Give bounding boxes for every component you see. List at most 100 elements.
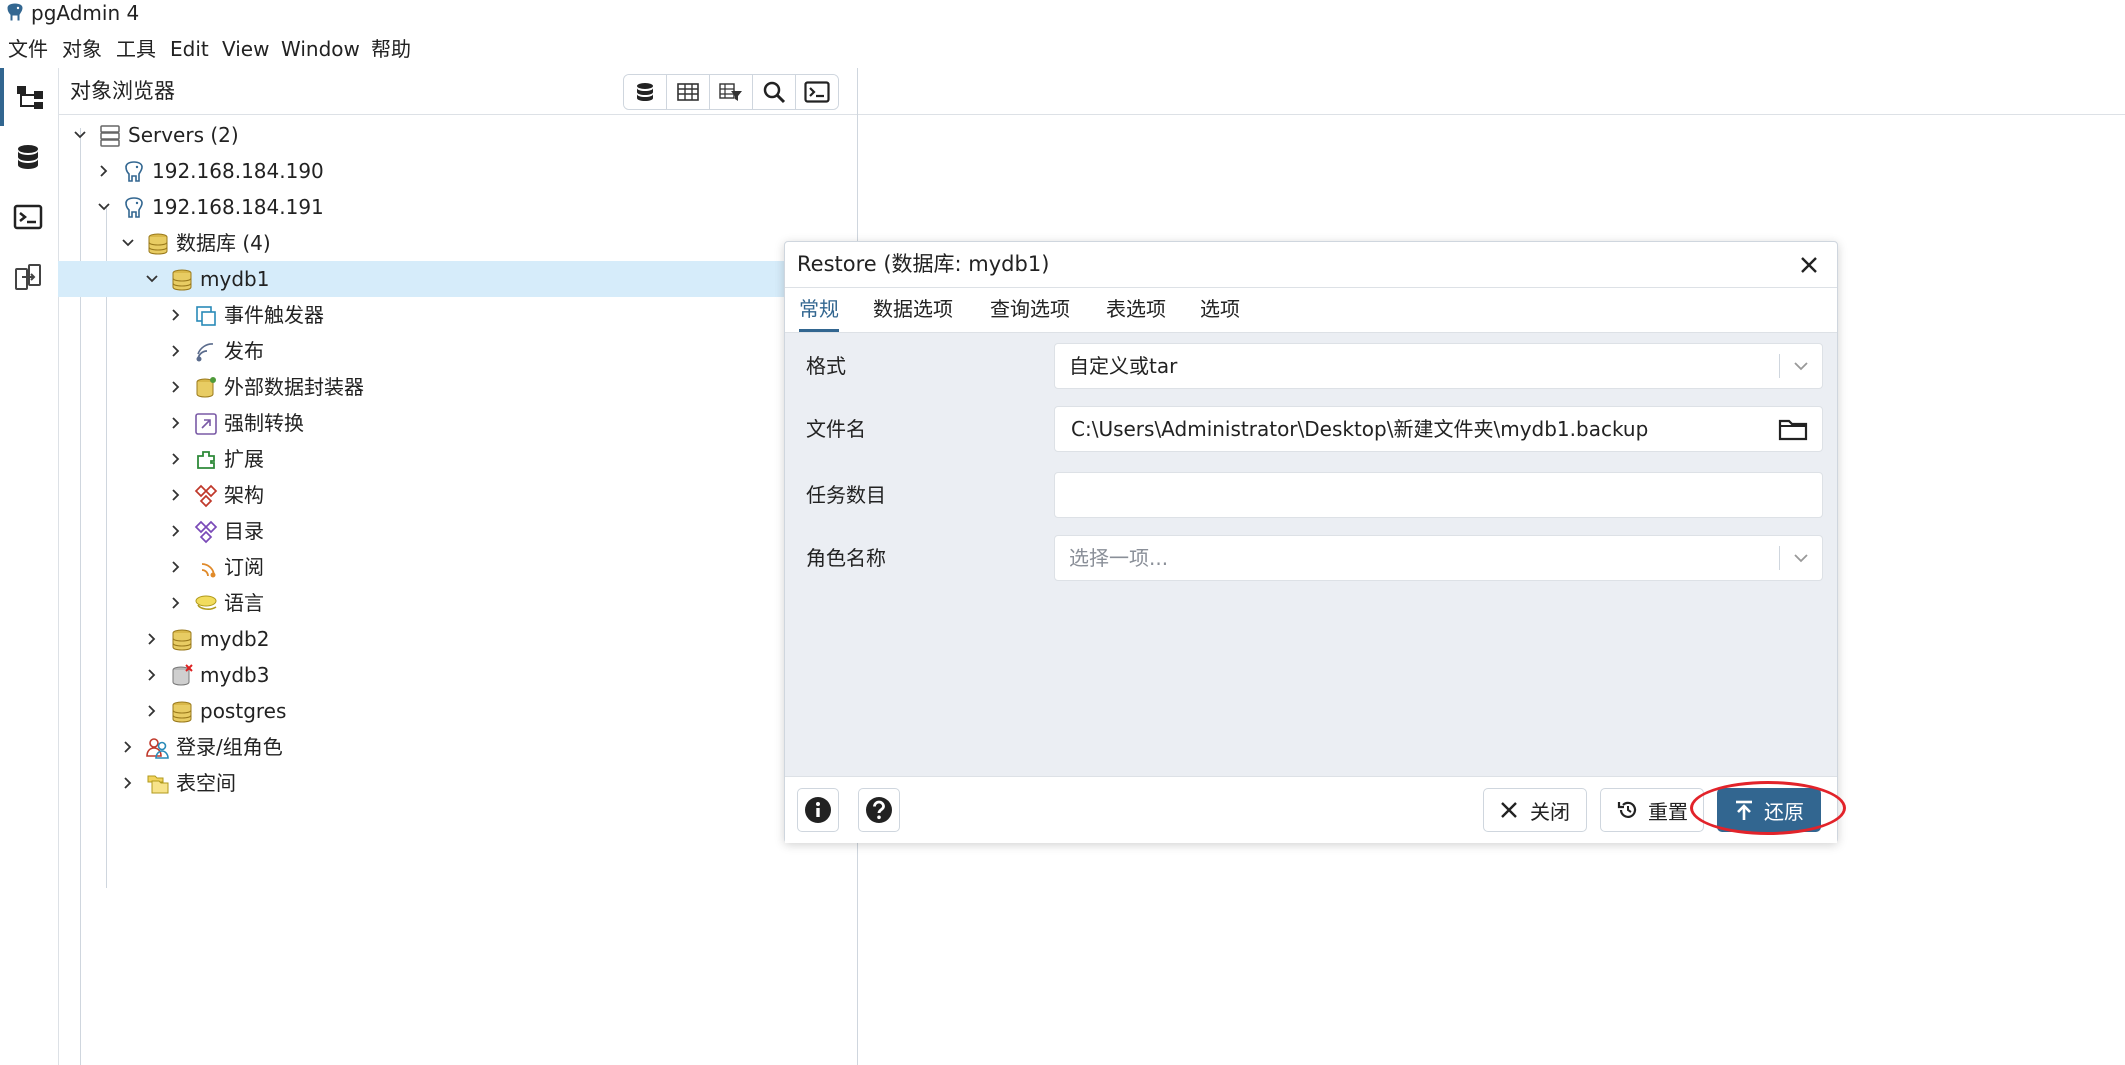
filename-input[interactable]: C:\Users\Administrator\Desktop\新建文件夹\myd… — [1054, 406, 1823, 452]
folder-icon[interactable] — [1778, 416, 1808, 442]
chevron-right-icon[interactable] — [166, 297, 186, 333]
close-button[interactable]: 关闭 — [1483, 788, 1587, 832]
tab-query-options[interactable]: 查询选项 — [990, 287, 1070, 332]
question-icon — [866, 797, 892, 823]
tab-general[interactable]: 常规 — [799, 287, 839, 332]
close-icon — [1501, 802, 1517, 818]
chevron-right-icon[interactable] — [166, 333, 186, 369]
chevron-down-icon — [1790, 546, 1812, 570]
reset-button-label: 重置 — [1648, 799, 1688, 824]
role-select[interactable]: 选择一项... — [1054, 535, 1823, 581]
filtered-rows-icon[interactable] — [710, 75, 753, 109]
query-tool-database-icon[interactable] — [0, 128, 56, 186]
tree-item-publications[interactable]: 发布 — [58, 333, 798, 369]
tree-item-schemas[interactable]: 架构 — [58, 477, 798, 513]
tree-item-database[interactable]: mydb2 — [58, 621, 798, 657]
chevron-right-icon[interactable] — [166, 369, 186, 405]
database-icon[interactable] — [624, 75, 667, 109]
tree-item-label: 语言 — [224, 591, 264, 615]
terminal-icon[interactable] — [796, 75, 838, 109]
chevron-right-icon[interactable] — [166, 477, 186, 513]
schema-icon — [194, 484, 218, 508]
tree-item-server[interactable]: 192.168.184.190 — [58, 153, 857, 189]
schema-diff-icon[interactable] — [0, 248, 56, 306]
tree-item-tablespaces[interactable]: 表空间 — [58, 765, 857, 801]
tree-item-label: mydb2 — [200, 627, 270, 651]
help-button[interactable] — [858, 788, 900, 832]
object-explorer-icon[interactable] — [0, 68, 56, 126]
chevron-right-icon[interactable] — [142, 621, 162, 657]
role-label: 角色名称 — [806, 546, 886, 570]
catalog-icon — [194, 520, 218, 544]
tree-item-databases[interactable]: 数据库 (4) — [58, 225, 857, 261]
chevron-down-icon[interactable] — [94, 189, 114, 225]
tree-item-database[interactable]: postgres — [58, 693, 798, 729]
jobs-input[interactable] — [1054, 472, 1823, 518]
tab-data-options[interactable]: 数据选项 — [873, 287, 953, 332]
tree-item-label: 架构 — [224, 483, 264, 507]
tree-item-label: Servers (2) — [128, 123, 239, 147]
chevron-right-icon[interactable] — [142, 693, 162, 729]
menu-view[interactable]: View — [222, 34, 269, 64]
chevron-right-icon[interactable] — [166, 549, 186, 585]
chevron-right-icon[interactable] — [142, 657, 162, 693]
info-button[interactable] — [797, 788, 839, 832]
cast-icon — [195, 413, 217, 435]
menu-help[interactable]: 帮助 — [371, 34, 411, 64]
tree-item-servers[interactable]: Servers (2) — [58, 117, 857, 153]
chevron-right-icon[interactable] — [166, 513, 186, 549]
object-browser-title: 对象浏览器 — [70, 79, 175, 103]
chevron-right-icon[interactable] — [118, 729, 138, 765]
object-browser-toolbar — [623, 74, 839, 110]
tree-item-subscriptions[interactable]: 订阅 — [58, 549, 798, 585]
close-icon[interactable] — [1795, 251, 1823, 279]
menu-file[interactable]: 文件 — [8, 34, 48, 64]
dialog-header: Restore (数据库: mydb1) — [785, 242, 1837, 288]
highlight-annotation — [1690, 781, 1846, 835]
tab-options[interactable]: 选项 — [1200, 287, 1240, 332]
database-icon — [172, 269, 192, 291]
foreign-data-wrapper-icon — [196, 377, 216, 398]
tree-item-database[interactable]: mydb3 — [58, 657, 798, 693]
tree-item-fdw[interactable]: 外部数据封装器 — [58, 369, 798, 405]
chevron-right-icon[interactable] — [118, 765, 138, 801]
database-icon — [172, 629, 192, 651]
tree-item-roles[interactable]: 登录/组角色 — [58, 729, 857, 765]
menu-window[interactable]: Window — [281, 34, 360, 64]
dialog-footer: 关闭 重置 还原 — [785, 776, 1837, 843]
menu-object[interactable]: 对象 — [62, 34, 102, 64]
chevron-right-icon[interactable] — [166, 405, 186, 441]
tree-item-label: 订阅 — [224, 555, 264, 579]
tree-item-label: mydb1 — [200, 267, 270, 291]
tree-item-database-selected[interactable]: mydb1 — [58, 261, 798, 297]
tree-item-extensions[interactable]: 扩展 — [58, 441, 798, 477]
chevron-right-icon[interactable] — [166, 441, 186, 477]
subscription-icon — [201, 563, 216, 578]
menu-tools[interactable]: 工具 — [116, 34, 156, 64]
reset-button[interactable]: 重置 — [1600, 788, 1704, 832]
chevron-right-icon[interactable] — [166, 585, 186, 621]
app-title: pgAdmin 4 — [31, 1, 140, 25]
search-icon[interactable] — [753, 75, 796, 109]
tree-item-server[interactable]: 192.168.184.191 — [58, 189, 857, 225]
tree-item-catalogs[interactable]: 目录 — [58, 513, 798, 549]
menu-edit[interactable]: Edit — [170, 34, 209, 64]
servers-icon — [100, 125, 120, 147]
chevron-down-icon — [1790, 354, 1812, 378]
table-icon[interactable] — [667, 75, 710, 109]
chevron-down-icon[interactable] — [70, 117, 90, 153]
chevron-down-icon[interactable] — [118, 225, 138, 261]
tree-item-casts[interactable]: 强制转换 — [58, 405, 798, 441]
format-select[interactable]: 自定义或tar — [1054, 343, 1823, 389]
tree-item-label: 强制转换 — [224, 411, 304, 435]
elephant-icon — [125, 161, 143, 182]
tree-item-event-triggers[interactable]: 事件触发器 — [58, 297, 798, 333]
tab-table-options[interactable]: 表选项 — [1106, 287, 1166, 332]
chevron-right-icon[interactable] — [94, 153, 114, 189]
chevron-down-icon[interactable] — [142, 261, 162, 297]
psql-terminal-icon[interactable] — [0, 188, 56, 246]
tree-item-label: 表空间 — [176, 771, 236, 795]
tree-item-label: 数据库 (4) — [176, 231, 271, 255]
event-trigger-icon — [196, 306, 216, 326]
tree-item-languages[interactable]: 语言 — [58, 585, 798, 621]
